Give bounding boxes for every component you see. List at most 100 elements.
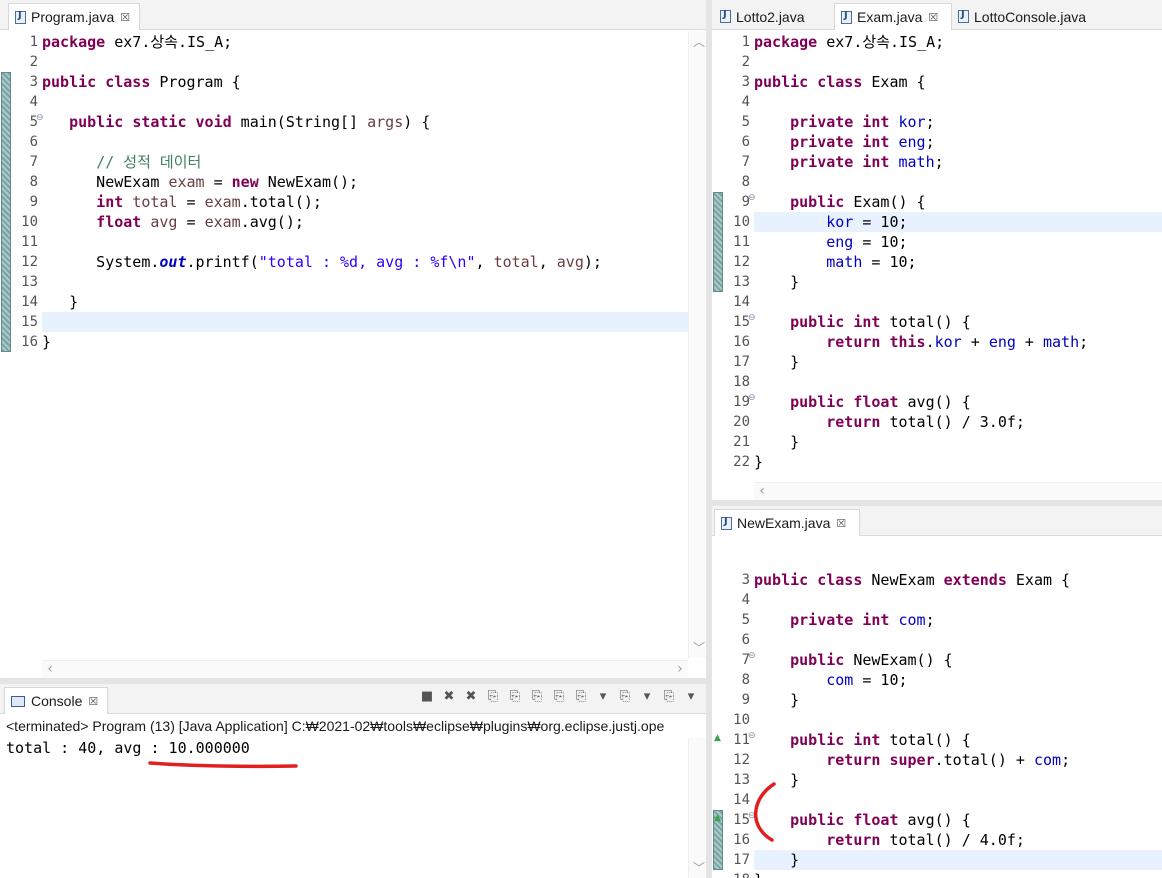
tab-lotto2-java[interactable]: Lotto2.java	[714, 3, 834, 30]
vertical-scrollbar[interactable]: ︿ ﹀	[688, 31, 706, 658]
console-tool-icon[interactable]: ⎘	[616, 688, 634, 706]
vertical-sash[interactable]	[706, 0, 712, 878]
console-vertical-scrollbar[interactable]: ﹀	[688, 738, 706, 878]
code-line[interactable]	[754, 790, 1162, 810]
code-line[interactable]: }	[754, 272, 1162, 292]
code-line[interactable]: public class Program {	[42, 72, 688, 92]
code-line[interactable]: return total() / 3.0f;	[754, 412, 1162, 432]
console-tool-icon[interactable]: ✖	[440, 688, 458, 706]
code-line[interactable]: private int eng;	[754, 132, 1162, 152]
code-line[interactable]: }	[754, 432, 1162, 452]
code-line[interactable]: }	[754, 850, 1162, 870]
override-indicator-icon[interactable]: ▲	[714, 733, 721, 743]
code-area[interactable]: package ex7.상속.IS_A;public class Program…	[42, 31, 688, 678]
close-tab-icon[interactable]: ☒	[120, 11, 130, 24]
code-line[interactable]	[42, 132, 688, 152]
tab-lottoconsole-java[interactable]: LottoConsole.java	[952, 3, 1112, 30]
console-tool-icon[interactable]: ⎘	[506, 688, 524, 706]
tab-program-java[interactable]: Program.java ☒	[8, 3, 140, 30]
code-line[interactable]: public NewExam() {	[754, 650, 1162, 670]
code-line[interactable]: public class Exam {	[754, 72, 1162, 92]
scroll-down-icon[interactable]: ﹀	[693, 639, 705, 656]
code-line[interactable]	[754, 590, 1162, 610]
console-tool-icon[interactable]: ⎘	[660, 688, 678, 706]
code-line[interactable]: public float avg() {	[754, 392, 1162, 412]
code-line[interactable]: }	[754, 770, 1162, 790]
code-line[interactable]: // 성적 데이터	[42, 152, 688, 172]
tab-console[interactable]: Console ☒	[4, 687, 108, 714]
code-line[interactable]: }	[754, 452, 1162, 472]
code-line[interactable]: kor = 10;	[754, 212, 1162, 232]
close-tab-icon[interactable]: ☒	[88, 695, 98, 708]
code-line[interactable]: private int math;	[754, 152, 1162, 172]
scroll-up-icon[interactable]: ︿	[693, 33, 705, 50]
program-code-editor[interactable]: 1 2 3 4 5 ⊖ 6 7 8 9 10 11 12 13 14 15 16 package ex7.상속.…	[0, 31, 706, 678]
code-line[interactable]: float avg = exam.avg();	[42, 212, 688, 232]
code-line[interactable]: eng = 10;	[754, 232, 1162, 252]
code-line[interactable]	[42, 272, 688, 292]
right-editors-sash[interactable]	[712, 500, 1162, 506]
code-line[interactable]	[754, 372, 1162, 392]
code-line[interactable]: public Exam() {	[754, 192, 1162, 212]
horizontal-scrollbar[interactable]: ‹	[754, 482, 1162, 500]
console-tool-icon[interactable]: ⎘	[528, 688, 546, 706]
code-line[interactable]: NewExam exam = new NewExam();	[42, 172, 688, 192]
code-line[interactable]: public static void main(String[] args) {	[42, 112, 688, 132]
code-line[interactable]	[754, 172, 1162, 192]
horizontal-scrollbar[interactable]: ‹ ›	[42, 660, 688, 678]
code-line[interactable]	[42, 232, 688, 252]
code-line[interactable]: private int com;	[754, 610, 1162, 630]
console-tool-icon[interactable]: ⎘	[572, 688, 590, 706]
code-line[interactable]: System.out.printf("total : %d, avg : %f\…	[42, 252, 688, 272]
code-line[interactable]: math = 10;	[754, 252, 1162, 272]
newexam-code-editor[interactable]: 34567⊖891011⊖12131415⊖16171819▲▲ public …	[712, 537, 1162, 878]
code-line[interactable]: return total() / 4.0f;	[754, 830, 1162, 850]
exam-code-editor[interactable]: 1 2 3 4 5 6 7 8 9 ⊖ 10 11 12 13 14 15 ⊖ 16 17 18 19 ⊖ 20 21 22 p…	[712, 31, 1162, 500]
scroll-left-icon[interactable]: ‹	[758, 483, 766, 499]
override-indicator-icon[interactable]: ▲	[714, 813, 721, 823]
code-line[interactable]	[42, 92, 688, 112]
close-tab-icon[interactable]: ☒	[836, 517, 846, 530]
line-number: 22	[733, 454, 750, 470]
console-tool-icon[interactable]: ⎘	[484, 688, 502, 706]
code-line[interactable]: public class NewExam extends Exam {	[754, 570, 1162, 590]
code-line[interactable]: int total = exam.total();	[42, 192, 688, 212]
console-tool-icon[interactable]: ⎘	[550, 688, 568, 706]
code-line[interactable]	[42, 52, 688, 72]
scroll-down-icon[interactable]: ﹀	[693, 859, 705, 876]
code-area[interactable]: public class NewExam extends Exam { priv…	[754, 537, 1162, 878]
code-line[interactable]: public int total() {	[754, 312, 1162, 332]
code-line[interactable]: }	[42, 292, 688, 312]
code-line[interactable]	[42, 312, 688, 332]
console-tool-icon[interactable]: ✖	[462, 688, 480, 706]
scroll-right-icon[interactable]: ›	[676, 661, 684, 677]
console-tool-icon[interactable]: ▾	[682, 688, 700, 706]
console-tool-icon[interactable]: ■	[418, 688, 436, 706]
code-line[interactable]: package ex7.상속.IS_A;	[754, 32, 1162, 52]
code-line[interactable]	[754, 92, 1162, 112]
code-area[interactable]: package ex7.상속.IS_A; public class Exam { …	[754, 31, 1162, 500]
code-line[interactable]	[754, 630, 1162, 650]
code-line[interactable]	[754, 292, 1162, 312]
code-line[interactable]: }	[754, 870, 1162, 878]
scroll-left-icon[interactable]: ‹	[46, 661, 54, 677]
code-line[interactable]: package ex7.상속.IS_A;	[42, 32, 688, 52]
code-line[interactable]	[754, 52, 1162, 72]
code-line[interactable]: }	[42, 332, 688, 352]
console-tool-icon[interactable]: ▾	[594, 688, 612, 706]
code-line[interactable]: com = 10;	[754, 670, 1162, 690]
console-sash[interactable]	[0, 678, 706, 684]
code-line[interactable]: }	[754, 352, 1162, 372]
code-line[interactable]: public float avg() {	[754, 810, 1162, 830]
code-line[interactable]: }	[754, 690, 1162, 710]
console-output[interactable]: total : 40, avg : 10.000000	[0, 738, 688, 878]
code-line[interactable]	[754, 710, 1162, 730]
code-line[interactable]: public int total() {	[754, 730, 1162, 750]
tab-newexam-java[interactable]: NewExam.java ☒	[714, 509, 860, 536]
code-line[interactable]: private int kor;	[754, 112, 1162, 132]
console-tool-icon[interactable]: ▾	[638, 688, 656, 706]
tab-exam-java[interactable]: Exam.java ☒	[834, 3, 952, 30]
code-line[interactable]: return this.kor + eng + math;	[754, 332, 1162, 352]
code-line[interactable]: return super.total() + com;	[754, 750, 1162, 770]
close-tab-icon[interactable]: ☒	[928, 11, 938, 24]
